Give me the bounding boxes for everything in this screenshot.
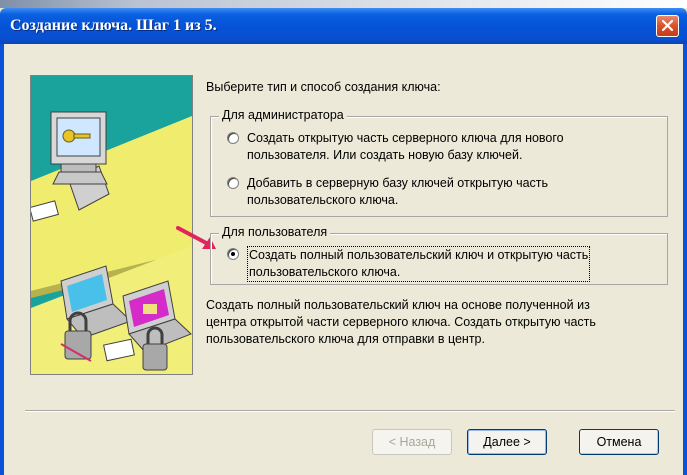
button-separator (25, 410, 675, 412)
user-group-title: Для пользователя (219, 225, 331, 239)
window-frame-right (683, 44, 687, 475)
option-label: Создать открытую часть серверного ключа … (247, 131, 564, 162)
close-button[interactable] (656, 15, 679, 37)
radio-create-server-key[interactable] (227, 132, 239, 144)
next-button[interactable]: Далее > (467, 429, 547, 455)
option-create-server-key[interactable]: Создать открытую часть серверного ключа … (227, 130, 657, 164)
wizard-illustration (30, 75, 193, 375)
background-strip (0, 0, 687, 8)
admin-group-title: Для администратора (219, 108, 347, 122)
option-description: Создать полный пользовательский ключ на … (206, 298, 596, 346)
close-icon (662, 20, 673, 31)
radio-create-full-user-key[interactable] (227, 248, 239, 260)
cancel-button[interactable]: Отмена (579, 429, 659, 455)
back-button[interactable]: < Назад (372, 429, 452, 455)
option-label: Добавить в серверную базу ключей открыту… (247, 176, 549, 207)
option-label: Создать полный пользовательский ключ и о… (247, 246, 591, 282)
radio-add-user-key[interactable] (227, 177, 239, 189)
wizard-art (31, 76, 192, 374)
title-bar[interactable]: Создание ключа. Шаг 1 из 5. (0, 8, 687, 44)
option-add-user-key-to-server[interactable]: Добавить в серверную базу ключей открыту… (227, 175, 657, 209)
window-title: Создание ключа. Шаг 1 из 5. (10, 17, 217, 34)
step-heading: Выберите тип и способ создания ключа: (206, 80, 441, 94)
option-create-full-user-key[interactable]: Создать полный пользовательский ключ и о… (227, 246, 662, 282)
